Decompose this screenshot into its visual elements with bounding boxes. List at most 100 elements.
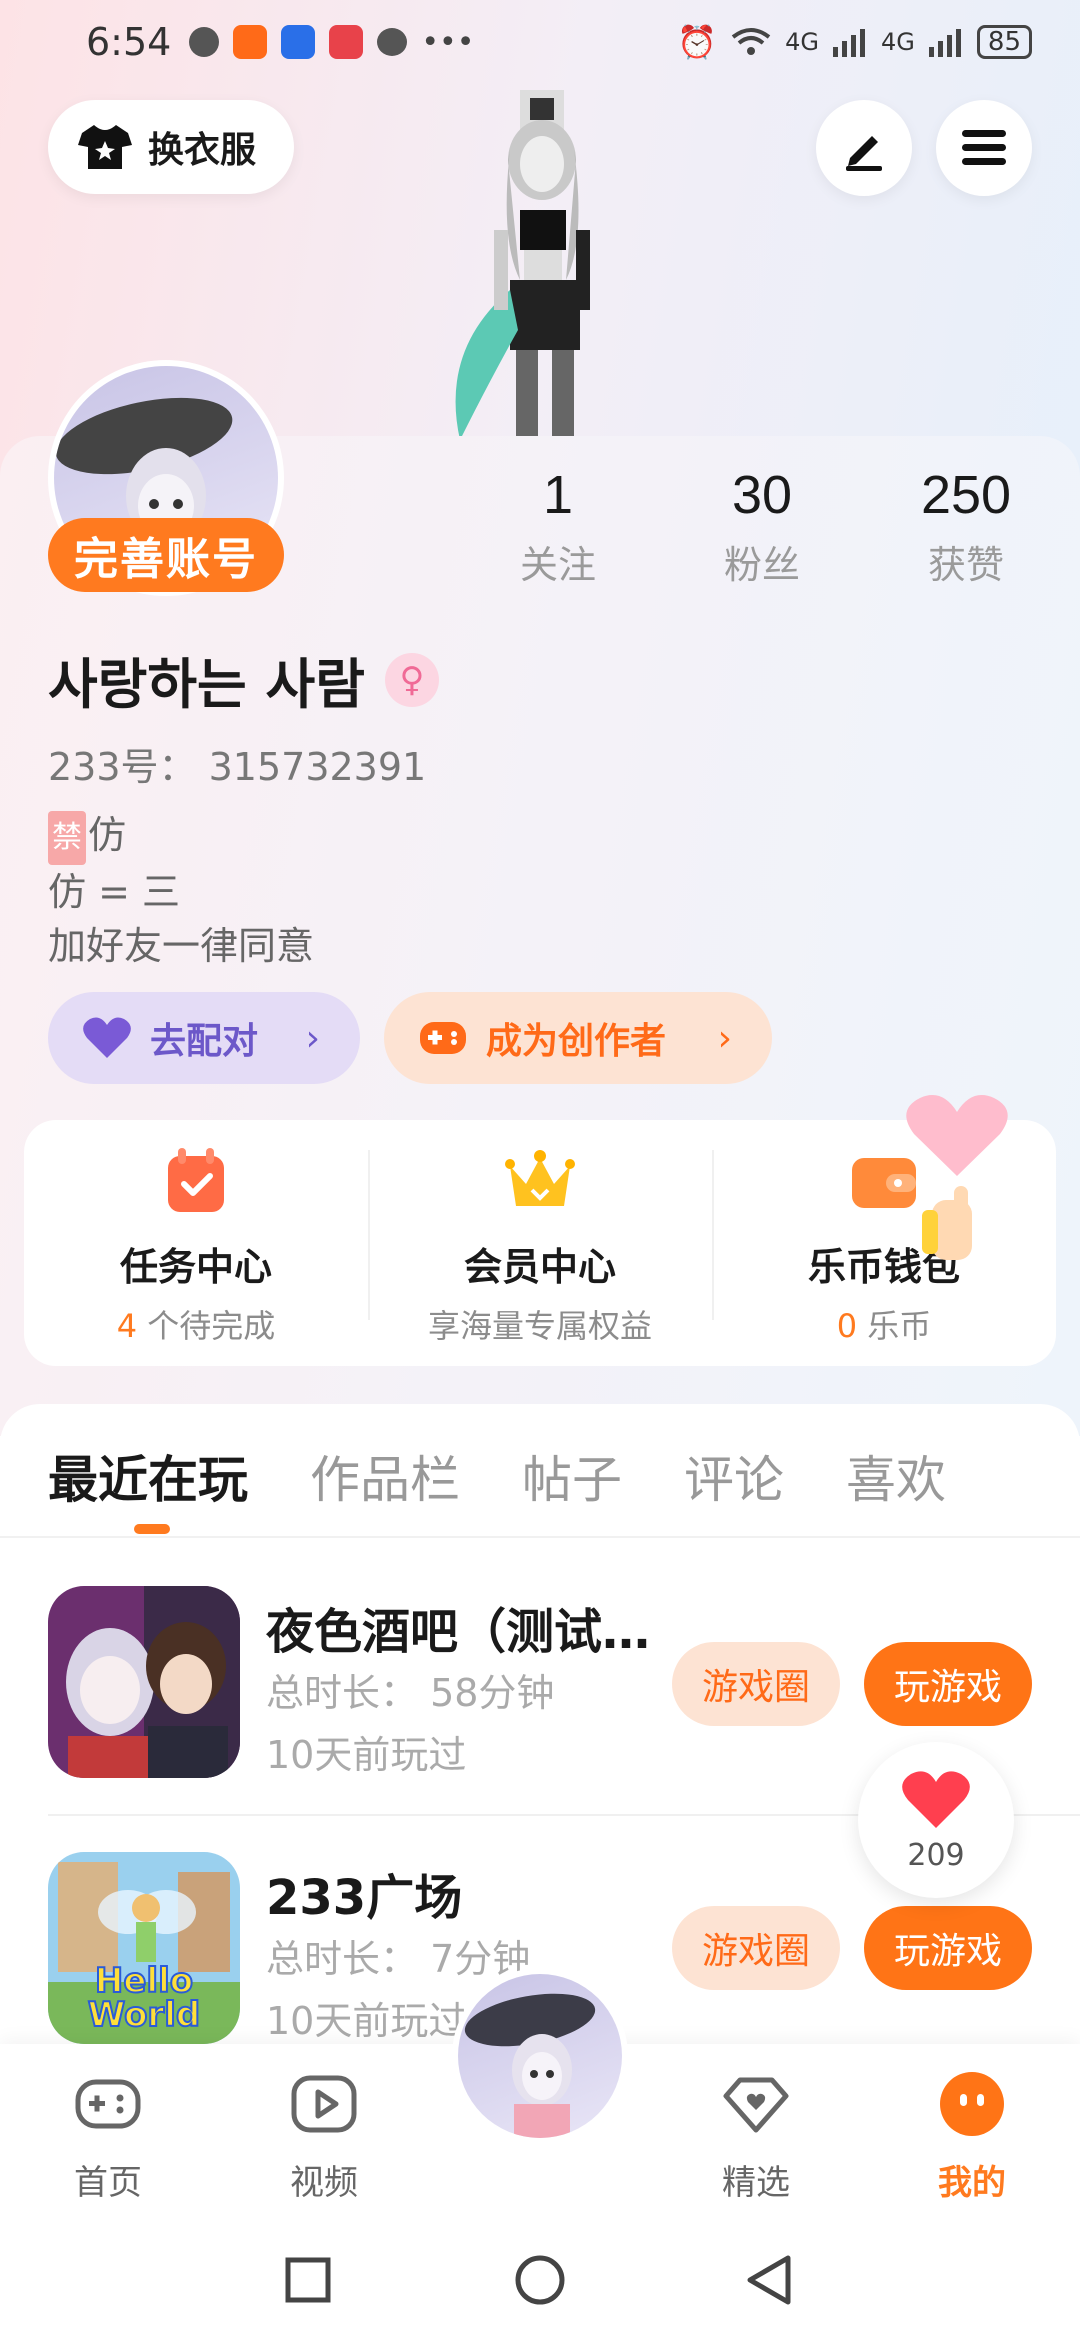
become-creator-button[interactable]: 成为创作者 ›	[384, 992, 772, 1084]
stat-fans[interactable]: 30 粉丝	[682, 464, 842, 589]
tab-works[interactable]: 作品栏	[310, 1440, 460, 1512]
bio: 禁仿 仿 = 三 加好友一律同意	[48, 808, 314, 973]
tabs-divider	[0, 1536, 1080, 1538]
task-center-sub: 4 个待完成	[24, 1301, 368, 1347]
signal-label-2: 4G	[881, 28, 915, 56]
nav-featured[interactable]: 精选	[696, 2068, 816, 2204]
like-bubble[interactable]: 209	[858, 1742, 1014, 1898]
nav-video-label: 视频	[290, 2163, 358, 2203]
status-bar: 6:54 ••• ⏰ 4G 4G 85	[0, 0, 1080, 84]
gamepad-icon	[75, 2079, 141, 2129]
menu-button[interactable]	[936, 100, 1032, 196]
coin-count: 0	[836, 1307, 858, 1345]
wifi-icon	[731, 28, 771, 55]
bio-line-1: 仿	[88, 813, 127, 857]
nav-avatar[interactable]	[452, 1968, 628, 2144]
task-center[interactable]: 任务中心 4 个待完成	[24, 1120, 368, 1366]
stat-fans-label: 粉丝	[723, 543, 800, 587]
nav-home-label: 首页	[74, 2163, 142, 2203]
chevron-right-icon: ›	[305, 1017, 320, 1059]
task-center-title: 任务中心	[119, 1245, 272, 1289]
stat-following[interactable]: 1 关注	[478, 464, 638, 589]
game-thumbnail[interactable]: Hello World	[48, 1852, 240, 2044]
game-last-played: 10天前玩过	[266, 1999, 467, 2043]
status-time: 6:54	[86, 20, 172, 64]
nav-mine[interactable]: 我的	[912, 2068, 1032, 2204]
bio-line-2: 仿 = 三	[48, 869, 180, 914]
game-thumbnail[interactable]	[48, 1586, 240, 1778]
stat-fans-count: 30	[731, 465, 793, 525]
active-tab-indicator	[134, 1524, 170, 1534]
avatar-character[interactable]	[400, 80, 680, 440]
task-pending-text: 个待完成	[137, 1307, 276, 1345]
smiley-icon	[940, 2072, 1004, 2136]
tab-posts[interactable]: 帖子	[522, 1440, 622, 1512]
profile-tabs: 最近在玩 作品栏 帖子 评论 喜欢	[48, 1440, 946, 1512]
nav-home[interactable]: 首页	[48, 2068, 168, 2204]
diamond-heart-icon	[723, 2077, 789, 2133]
pencil-icon	[846, 136, 882, 171]
match-button[interactable]: 去配对 ›	[48, 992, 360, 1084]
game-title: 夜色酒吧（测试服）	[266, 1604, 686, 1660]
gamepad-icon	[420, 1022, 466, 1054]
alarm-icon: ⏰	[677, 23, 718, 61]
play-icon	[291, 2075, 357, 2133]
battery-icon: 85	[976, 25, 1032, 59]
tab-likes[interactable]: 喜欢	[846, 1440, 946, 1512]
edit-profile-button[interactable]	[816, 100, 912, 196]
stat-likes-label: 获赞	[927, 543, 1004, 587]
nav-video[interactable]: 视频	[264, 2068, 384, 2204]
play-game-button[interactable]: 玩游戏	[864, 1906, 1032, 1990]
recent-apps-button[interactable]	[284, 2256, 332, 2304]
stat-likes[interactable]: 250 获赞	[886, 464, 1046, 589]
match-label: 去配对	[150, 1021, 259, 1062]
like-count: 209	[907, 1838, 965, 1873]
home-button[interactable]	[514, 2254, 566, 2306]
heart-icon	[902, 1771, 970, 1828]
become-creator-label: 成为创作者	[486, 1021, 667, 1062]
system-navigation-bar	[0, 2224, 1080, 2340]
game-circle-button[interactable]: 游戏圈	[672, 1906, 840, 1990]
nickname: 사랑하는 사람 ♀	[48, 640, 439, 719]
game-duration: 总时长： 7分钟	[266, 1937, 531, 1981]
task-pending-count: 4	[116, 1307, 138, 1345]
bio-line-3: 加好友一律同意	[48, 923, 315, 968]
member-center-sub: 享海量专属权益	[427, 1307, 652, 1345]
hello-world-logo: World	[88, 1995, 200, 2035]
stat-following-label: 关注	[519, 543, 596, 587]
message-icon	[377, 28, 408, 56]
app-notification-icon	[233, 25, 268, 59]
back-button[interactable]	[744, 2254, 794, 2306]
task-calendar-icon	[168, 1148, 224, 1212]
game-duration: 总时长： 58分钟	[266, 1671, 555, 1715]
signal-icon	[928, 29, 961, 57]
tab-recently-played[interactable]: 最近在玩	[48, 1440, 248, 1512]
bulb-icon	[281, 25, 316, 59]
nav-mine-label: 我的	[938, 2163, 1006, 2203]
signal-icon	[833, 29, 866, 57]
nav-featured-label: 精选	[722, 2163, 790, 2203]
more-notifications-icon: •••	[421, 24, 475, 60]
stat-following-count: 1	[542, 465, 574, 525]
member-center[interactable]: 会员中心 享海量专属权益	[368, 1120, 712, 1366]
member-center-title: 会员中心	[463, 1245, 616, 1289]
floating-heart-decoration	[906, 1095, 1008, 1260]
game-title: 233广场	[266, 1870, 463, 1926]
forbid-badge: 禁	[48, 810, 86, 865]
shirt-icon	[78, 125, 132, 169]
avatar-image	[464, 1993, 596, 2138]
nickname-text: 사랑하는 사람	[48, 653, 365, 716]
change-outfit-button[interactable]: 换衣服	[48, 100, 294, 194]
coin-unit: 乐币	[857, 1307, 932, 1345]
stat-likes-count: 250	[920, 465, 1012, 525]
tab-comments[interactable]: 评论	[684, 1440, 784, 1512]
change-outfit-label: 换衣服	[148, 130, 257, 171]
heart-icon	[83, 1017, 131, 1058]
play-game-button[interactable]: 玩游戏	[864, 1642, 1032, 1726]
game-circle-button[interactable]: 游戏圈	[672, 1642, 840, 1726]
signal-label-1: 4G	[785, 28, 820, 56]
crown-icon	[505, 1150, 575, 1206]
chevron-right-icon: ›	[717, 1017, 732, 1059]
complete-account-badge[interactable]: 完善账号	[48, 518, 284, 592]
huawei-icon	[329, 25, 364, 59]
